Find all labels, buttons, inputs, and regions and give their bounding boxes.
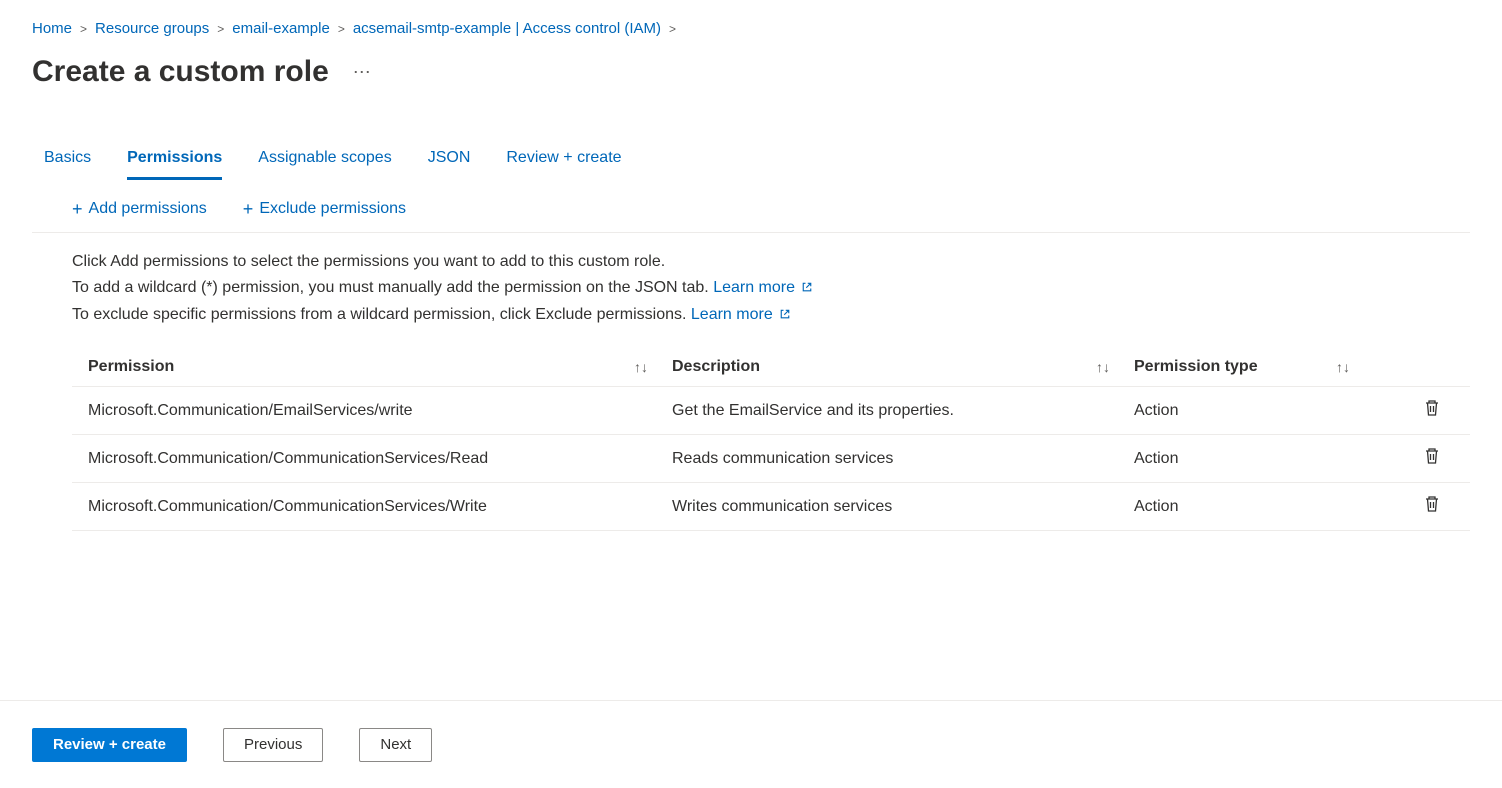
help-text: Click Add permissions to select the perm… [32, 233, 1470, 348]
chevron-right-icon: > [669, 22, 676, 36]
tab-basics[interactable]: Basics [44, 149, 91, 180]
breadcrumb-iam[interactable]: acsemail-smtp-example | Access control (… [353, 20, 661, 37]
learn-more-link[interactable]: Learn more [713, 279, 813, 296]
chevron-right-icon: > [80, 22, 87, 36]
cell-description: Get the EmailService and its properties. [672, 402, 1134, 420]
breadcrumb-resource-groups[interactable]: Resource groups [95, 20, 209, 37]
footer-bar: Review + create Previous Next [0, 700, 1502, 788]
tab-json[interactable]: JSON [428, 149, 471, 180]
help-line-3: To exclude specific permissions from a w… [72, 306, 691, 323]
external-link-icon [779, 308, 791, 320]
cell-permission: Microsoft.Communication/EmailServices/wr… [72, 402, 672, 420]
review-create-button[interactable]: Review + create [32, 728, 187, 762]
external-link-icon [801, 281, 813, 293]
sort-icon[interactable]: ↑↓ [634, 359, 648, 375]
tab-review-create[interactable]: Review + create [506, 149, 621, 180]
breadcrumb-email-example[interactable]: email-example [232, 20, 330, 37]
table-row: Microsoft.Communication/CommunicationSer… [72, 435, 1470, 483]
table-row: Microsoft.Communication/CommunicationSer… [72, 483, 1470, 531]
chevron-right-icon: > [217, 22, 224, 36]
add-permissions-button[interactable]: + Add permissions [72, 200, 207, 218]
col-header-type: Permission type [1134, 358, 1258, 376]
next-button[interactable]: Next [359, 728, 432, 762]
breadcrumb-home[interactable]: Home [32, 20, 72, 37]
help-line-1: Click Add permissions to select the perm… [72, 249, 1470, 275]
table-row: Microsoft.Communication/EmailServices/wr… [72, 387, 1470, 435]
learn-more-link[interactable]: Learn more [691, 306, 791, 323]
add-permissions-label: Add permissions [89, 200, 207, 218]
col-header-permission: Permission [88, 358, 174, 376]
sort-icon[interactable]: ↑↓ [1336, 359, 1350, 375]
cell-permission: Microsoft.Communication/CommunicationSer… [72, 498, 672, 516]
more-icon[interactable]: ⋯ [353, 62, 373, 83]
tab-permissions[interactable]: Permissions [127, 149, 222, 180]
permissions-table: Permission ↑↓ Description ↑↓ Permission … [72, 348, 1470, 531]
delete-icon[interactable] [1424, 399, 1440, 422]
cell-description: Reads communication services [672, 450, 1134, 468]
exclude-permissions-button[interactable]: + Exclude permissions [243, 200, 406, 218]
cell-type: Action [1134, 450, 1374, 468]
previous-button[interactable]: Previous [223, 728, 323, 762]
cell-type: Action [1134, 498, 1374, 516]
page-title: Create a custom role [32, 55, 329, 89]
plus-icon: + [72, 200, 83, 218]
breadcrumb: Home > Resource groups > email-example >… [32, 20, 1470, 37]
exclude-permissions-label: Exclude permissions [259, 200, 406, 218]
cell-permission: Microsoft.Communication/CommunicationSer… [72, 450, 672, 468]
delete-icon[interactable] [1424, 447, 1440, 470]
col-header-description: Description [672, 358, 760, 376]
tab-list: Basics Permissions Assignable scopes JSO… [32, 149, 1470, 180]
tab-assignable-scopes[interactable]: Assignable scopes [258, 149, 391, 180]
delete-icon[interactable] [1424, 495, 1440, 518]
chevron-right-icon: > [338, 22, 345, 36]
cell-type: Action [1134, 402, 1374, 420]
cell-description: Writes communication services [672, 498, 1134, 516]
plus-icon: + [243, 200, 254, 218]
help-line-2: To add a wildcard (*) permission, you mu… [72, 279, 713, 296]
table-header-row: Permission ↑↓ Description ↑↓ Permission … [72, 348, 1470, 387]
sort-icon[interactable]: ↑↓ [1096, 359, 1110, 375]
